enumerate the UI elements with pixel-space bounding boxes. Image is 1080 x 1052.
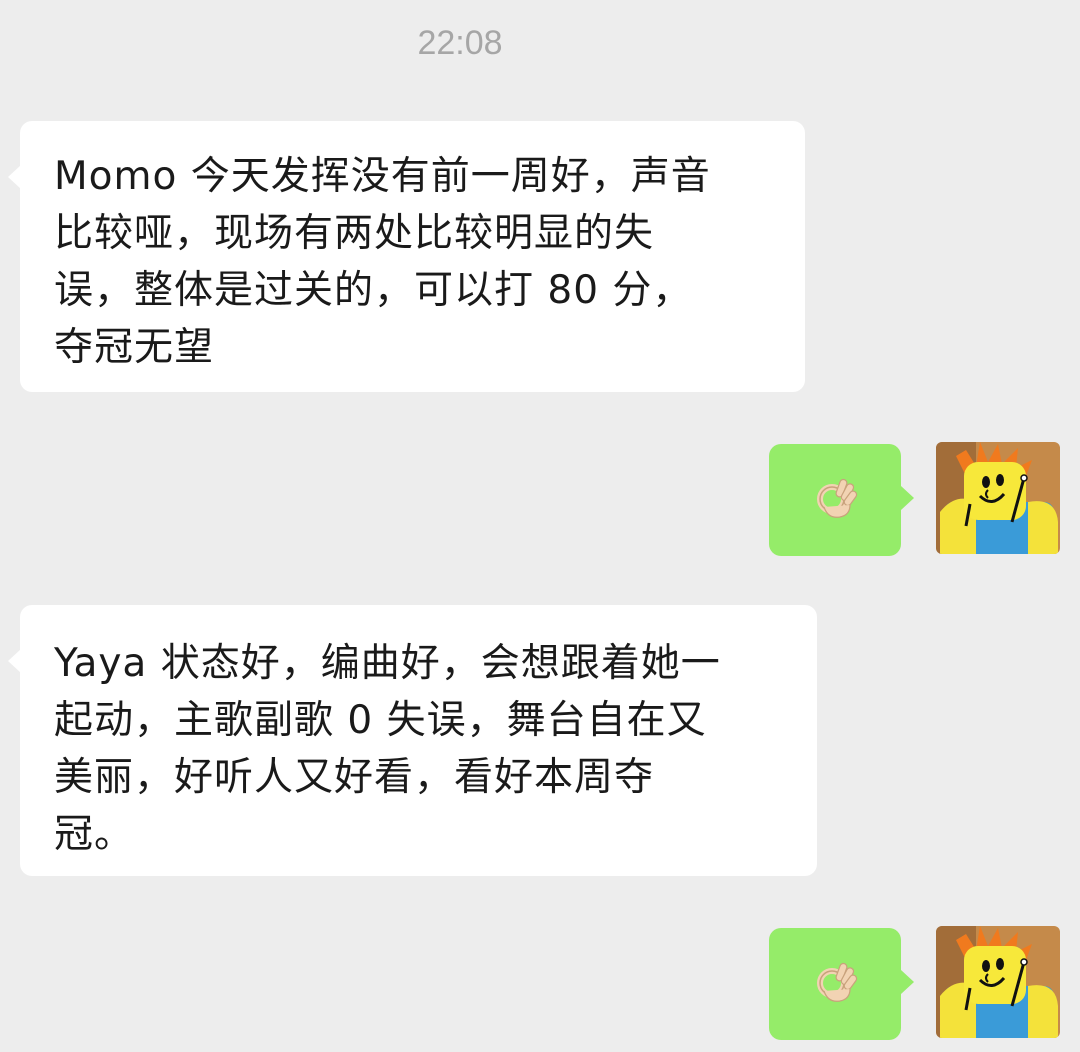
user-avatar[interactable] [936, 926, 1060, 1038]
message-line: 冠。 [54, 812, 135, 857]
chat-timestamp: 22:08 [417, 24, 503, 62]
message-line: 夺冠无望 [54, 325, 215, 370]
outgoing-message-bubble[interactable] [769, 928, 914, 1040]
outgoing-message-bubble[interactable] [769, 444, 914, 556]
ok-hand-emoji-icon [817, 962, 858, 1002]
message-line: 美丽，好听人又好看，看好本周夺 [54, 755, 655, 800]
message-line: 比较哑，现场有两处比较明显的失 [54, 211, 655, 256]
avatar-cartoon-icon [936, 926, 1060, 1038]
message-line: 误，整体是过关的，可以打 80 分， [54, 268, 693, 313]
avatar-cartoon-icon [936, 442, 1060, 554]
message-line: 起动，主歌副歌 0 失误，舞台自在又 [54, 698, 707, 743]
ok-hand-emoji-icon [817, 478, 858, 518]
message-line: Momo 今天发挥没有前一周好，声音 [54, 154, 711, 199]
message-line: Yaya 状态好，编曲好，会想跟着她一 [54, 641, 721, 686]
user-avatar[interactable] [936, 442, 1060, 554]
incoming-message-bubble[interactable]: Yaya 状态好，编曲好，会想跟着她一 起动，主歌副歌 0 失误，舞台自在又 美… [8, 605, 817, 876]
incoming-message-bubble[interactable]: Momo 今天发挥没有前一周好，声音 比较哑，现场有两处比较明显的失 误，整体是… [8, 121, 805, 392]
